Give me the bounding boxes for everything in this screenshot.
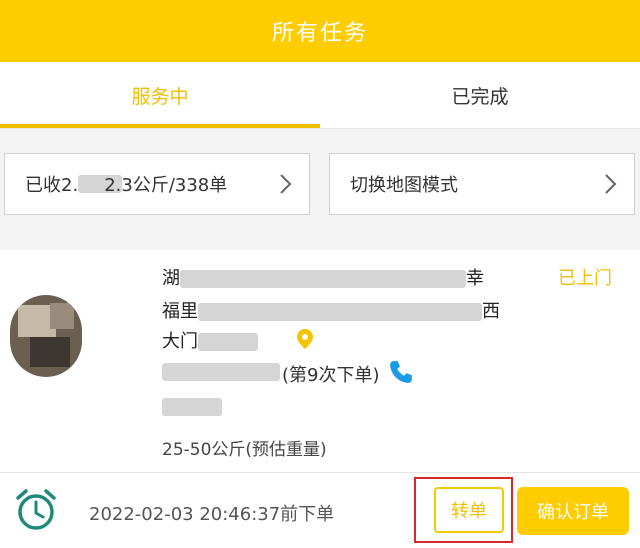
weight-estimate: 25-50公斤(预估重量) (162, 440, 327, 460)
collected-suffix: 2.3公斤/338单 (104, 175, 228, 196)
address-line-2: 福里西 (162, 301, 500, 322)
order-count: (第9次下单) (282, 365, 380, 386)
phone-icon[interactable] (388, 359, 414, 385)
location-pin-icon[interactable] (296, 328, 314, 350)
alarm-clock-icon (16, 489, 56, 530)
collected-summary-box[interactable]: 已收2. 2.3公斤/338单 (4, 153, 310, 215)
collected-prefix: 已收2. (25, 175, 79, 196)
page-title: 所有任务 (271, 21, 368, 46)
app-header: 所有任务 (0, 0, 640, 62)
address-line-3: 大门 (162, 327, 258, 353)
tab-in-service[interactable]: 服务中 (0, 62, 320, 128)
address-line-1: 湖幸 (162, 268, 484, 289)
map-mode-label: 切换地图模式 (350, 175, 458, 196)
map-mode-box[interactable]: 切换地图模式 (329, 153, 635, 215)
confirm-order-button[interactable]: 确认订单 (517, 487, 629, 535)
blurred-address (180, 270, 466, 288)
active-tab-indicator (0, 124, 320, 128)
blurred-phone-number (162, 398, 222, 416)
blurred-address (198, 333, 258, 351)
tab-bar: 服务中 已完成 (0, 62, 640, 129)
order-timestamp: 2022-02-03 20:46:37前下单 (89, 504, 335, 525)
blurred-address (198, 303, 482, 321)
chevron-right-icon (280, 174, 292, 194)
tab-completed[interactable]: 已完成 (320, 62, 640, 128)
transfer-order-button[interactable]: 转单 (434, 487, 504, 533)
status-badge: 已上门 (558, 268, 612, 289)
avatar (10, 295, 82, 377)
chevron-right-icon (605, 174, 617, 194)
blurred-contact-name (162, 363, 280, 381)
